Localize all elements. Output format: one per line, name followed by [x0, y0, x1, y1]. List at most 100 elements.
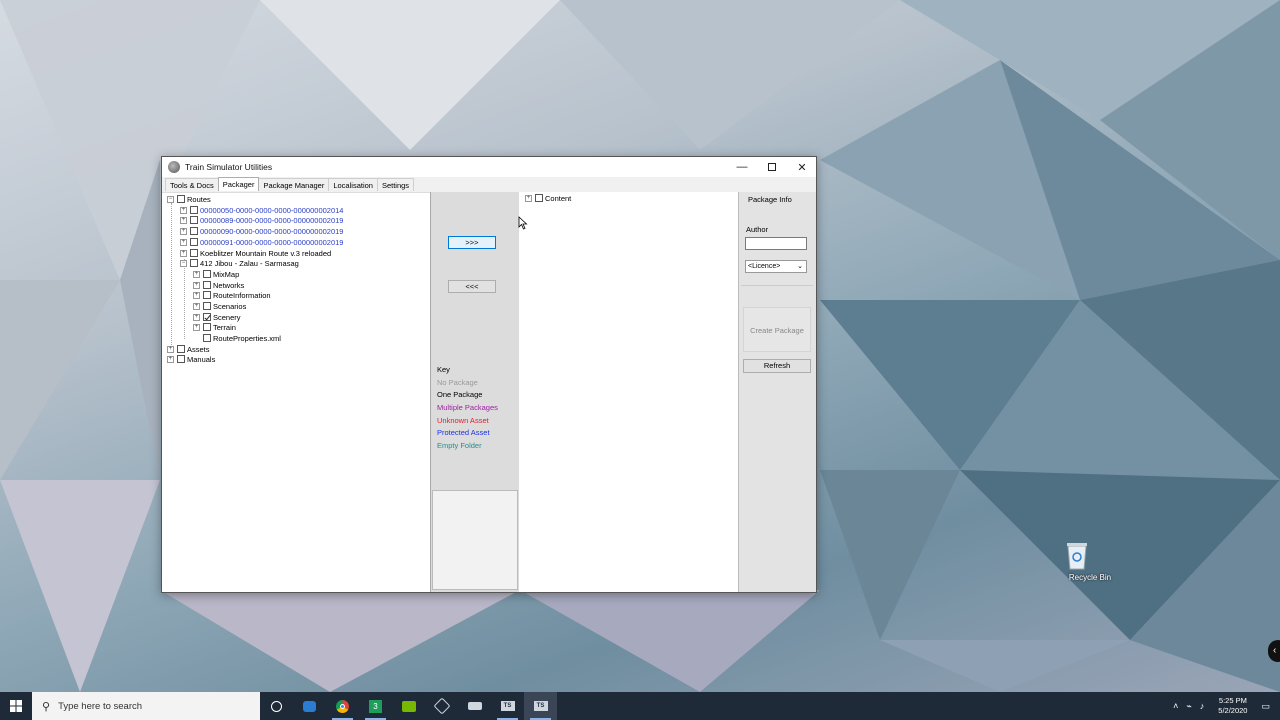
tree-node-routes[interactable]: − Routes [167, 194, 211, 204]
ts-icon[interactable]: TS [491, 692, 524, 720]
create-package-button[interactable]: Create Package [743, 307, 811, 352]
checkbox[interactable] [177, 355, 185, 363]
train-icon[interactable] [458, 692, 491, 720]
notifications-icon[interactable]: ▭ [1261, 701, 1270, 712]
checkbox[interactable] [177, 195, 185, 203]
tree-label: MixMap [213, 269, 240, 279]
search-box[interactable]: ⚲ Type here to search [32, 692, 260, 720]
tree-node-route[interactable]: + 00000050-0000-0000-0000-000000002014 [180, 205, 343, 215]
tree-node-folder[interactable]: + RouteInformation [193, 290, 271, 300]
checkbox[interactable] [535, 194, 543, 202]
expand-icon[interactable]: + [167, 355, 174, 363]
tree-label: 00000090-0000-0000-0000-000000002019 [200, 226, 344, 236]
refresh-button[interactable]: Refresh [743, 359, 811, 373]
tree-node-manuals[interactable]: + Manuals [167, 354, 215, 364]
chrome-icon[interactable] [326, 692, 359, 720]
expand-icon[interactable]: + [180, 238, 187, 246]
chevron-up-icon[interactable]: ˄ [1173, 701, 1178, 711]
checkbox[interactable] [203, 291, 211, 299]
windows-icon [10, 700, 22, 712]
tools-icon[interactable] [425, 692, 458, 720]
licence-value: <Licence> [748, 263, 781, 270]
expand-icon[interactable]: + [193, 291, 200, 299]
minimize-button[interactable]: — [727, 157, 757, 177]
tree-node-route[interactable]: + Koeblitzer Mountain Route v.3 reloaded [180, 248, 331, 258]
expand-icon[interactable]: + [180, 206, 187, 214]
source-tree[interactable]: − Routes + 00000050-0000-0000-0000-00000… [162, 192, 430, 592]
divider [741, 285, 813, 286]
cortana-icon[interactable] [260, 692, 293, 720]
ts-utilities-icon[interactable]: TS [524, 692, 557, 720]
tree-node-folder[interactable]: + Terrain [193, 322, 236, 332]
package-tree[interactable]: + Content [519, 192, 738, 592]
tree-node-route[interactable]: + 00000090-0000-0000-0000-000000002019 [180, 226, 343, 236]
tab-packager[interactable]: Packager [217, 177, 260, 191]
nvidia-icon[interactable] [392, 692, 425, 720]
expand-icon[interactable]: + [180, 227, 187, 235]
checkbox[interactable] [190, 238, 198, 246]
tree-node-content[interactable]: + Content [525, 193, 571, 203]
checkbox[interactable] [190, 206, 198, 214]
tab-localisation[interactable]: Localisation [328, 178, 378, 191]
checkbox[interactable] [203, 270, 211, 278]
tree-node-folder[interactable]: + Scenarios [193, 301, 246, 311]
tree-label: RouteInformation [213, 290, 271, 300]
author-label: Author [746, 225, 769, 234]
checkbox[interactable] [203, 334, 211, 342]
tree-label: Routes [187, 194, 211, 204]
collapse-icon[interactable]: − [180, 259, 187, 267]
checkbox[interactable] [203, 323, 211, 331]
checkbox[interactable] [190, 249, 198, 257]
key-one-package: One Package [437, 390, 483, 400]
tab-settings[interactable]: Settings [376, 178, 415, 191]
expand-icon[interactable]: + [193, 302, 200, 310]
recycle-bin[interactable]: Recycle Bin [1064, 540, 1116, 582]
tab-tools-docs[interactable]: Tools & Docs [165, 178, 219, 191]
tree-node-assets[interactable]: + Assets [167, 344, 210, 354]
key-unknown-asset: Unknown Asset [437, 415, 489, 425]
expand-icon[interactable]: + [193, 313, 200, 321]
checkbox[interactable] [177, 345, 185, 353]
expand-icon[interactable]: + [180, 249, 187, 257]
clock[interactable]: 5:25 PM 5/2/2020 [1218, 696, 1247, 716]
key-empty-folder: Empty Folder [437, 441, 482, 451]
maximize-button[interactable] [757, 157, 787, 177]
checkbox[interactable] [203, 281, 211, 289]
checkbox[interactable] [190, 259, 198, 267]
volume-icon[interactable]: ♪ [1200, 701, 1205, 711]
add-to-package-button[interactable]: >>> [448, 236, 496, 249]
checkbox[interactable] [203, 302, 211, 310]
licence-select[interactable]: <Licence> ⌄ [745, 260, 807, 273]
checkbox[interactable] [190, 227, 198, 235]
expand-icon[interactable]: + [193, 270, 200, 278]
tab-package-manager[interactable]: Package Manager [258, 178, 330, 191]
tree-label: Terrain [213, 322, 236, 332]
tree-node-file[interactable]: RouteProperties.xml [193, 333, 281, 343]
author-input[interactable] [745, 237, 807, 250]
tree-node-route[interactable]: + 00000091-0000-0000-0000-000000002019 [180, 237, 343, 247]
remove-from-package-button[interactable]: <<< [448, 280, 496, 293]
chevron-left-icon[interactable]: ‹ [1268, 640, 1280, 662]
start-button[interactable] [0, 692, 32, 720]
tree-label: Koeblitzer Mountain Route v.3 reloaded [200, 248, 332, 258]
expand-icon[interactable]: + [167, 345, 174, 353]
edge-icon[interactable] [293, 692, 326, 720]
tree-node-folder[interactable]: + MixMap [193, 269, 239, 279]
collapse-icon[interactable]: − [167, 195, 174, 203]
tree-node-folder[interactable]: + Scenery [193, 312, 241, 322]
taskbar: ⚲ Type here to search 3 TS TS ˄ ⌁ ♪ 5:25… [0, 692, 1280, 720]
network-icon[interactable]: ⌁ [1186, 701, 1191, 712]
title-bar[interactable]: Train Simulator Utilities — ✕ [162, 157, 816, 177]
app-green-icon[interactable]: 3 [359, 692, 392, 720]
checkbox-checked[interactable] [203, 313, 211, 321]
expand-icon[interactable]: + [525, 194, 532, 202]
expand-icon[interactable]: + [193, 281, 200, 289]
tree-node-folder[interactable]: + Networks [193, 280, 244, 290]
tree-node-route[interactable]: − 412 Jibou - Zalau - Sarmasag [180, 258, 299, 268]
recycle-bin-label: Recycle Bin [1068, 573, 1112, 582]
expand-icon[interactable]: + [180, 216, 187, 224]
checkbox[interactable] [190, 216, 198, 224]
close-button[interactable]: ✕ [787, 157, 817, 177]
tree-node-route[interactable]: + 00000089-0000-0000-0000-000000002019 [180, 215, 343, 225]
expand-icon[interactable]: + [193, 323, 200, 331]
